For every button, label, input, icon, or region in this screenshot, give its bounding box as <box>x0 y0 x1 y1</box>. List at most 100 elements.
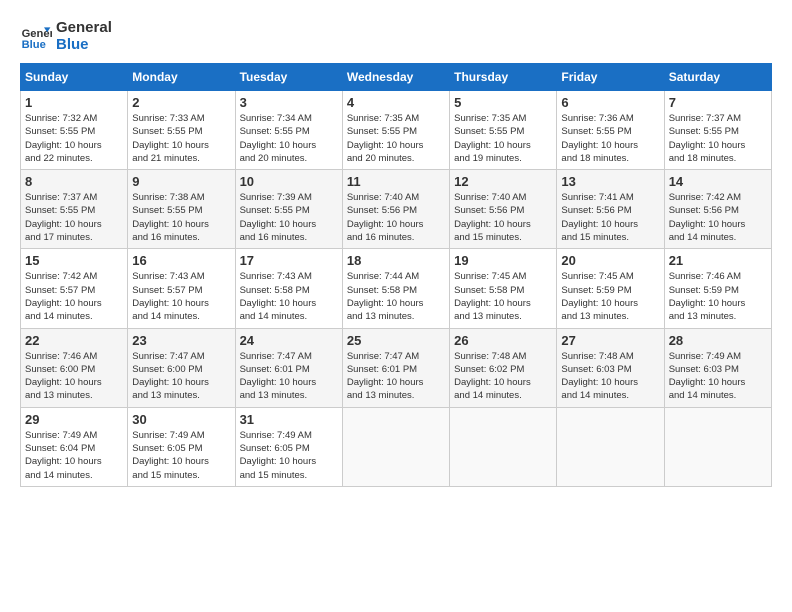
day-detail: Sunrise: 7:49 AM Sunset: 6:05 PM Dayligh… <box>132 429 230 482</box>
day-number: 20 <box>561 253 659 268</box>
day-detail: Sunrise: 7:49 AM Sunset: 6:03 PM Dayligh… <box>669 350 767 403</box>
calendar-week-row: 1 Sunrise: 7:32 AM Sunset: 5:55 PM Daylig… <box>21 91 772 170</box>
day-detail: Sunrise: 7:48 AM Sunset: 6:03 PM Dayligh… <box>561 350 659 403</box>
day-number: 17 <box>240 253 338 268</box>
day-number: 28 <box>669 333 767 348</box>
day-detail: Sunrise: 7:44 AM Sunset: 5:58 PM Dayligh… <box>347 270 445 323</box>
calendar-cell: 18 Sunrise: 7:44 AM Sunset: 5:58 PM Dayli… <box>342 249 449 328</box>
day-detail: Sunrise: 7:49 AM Sunset: 6:04 PM Dayligh… <box>25 429 123 482</box>
day-detail: Sunrise: 7:40 AM Sunset: 5:56 PM Dayligh… <box>347 191 445 244</box>
day-number: 12 <box>454 174 552 189</box>
day-detail: Sunrise: 7:43 AM Sunset: 5:58 PM Dayligh… <box>240 270 338 323</box>
weekday-header-cell: Sunday <box>21 64 128 91</box>
calendar-cell: 20 Sunrise: 7:45 AM Sunset: 5:59 PM Dayli… <box>557 249 664 328</box>
calendar-cell: 17 Sunrise: 7:43 AM Sunset: 5:58 PM Dayli… <box>235 249 342 328</box>
day-detail: Sunrise: 7:47 AM Sunset: 6:01 PM Dayligh… <box>240 350 338 403</box>
day-detail: Sunrise: 7:32 AM Sunset: 5:55 PM Dayligh… <box>25 112 123 165</box>
calendar-cell: 14Sunrise: 7:42 AM Sunset: 5:56 PM Dayli… <box>664 170 771 249</box>
day-number: 16 <box>132 253 230 268</box>
day-number: 4 <box>347 95 445 110</box>
day-number: 19 <box>454 253 552 268</box>
day-number: 10 <box>240 174 338 189</box>
weekday-header-cell: Saturday <box>664 64 771 91</box>
calendar-cell: 4 Sunrise: 7:35 AM Sunset: 5:55 PM Daylig… <box>342 91 449 170</box>
calendar-table: SundayMondayTuesdayWednesdayThursdayFrid… <box>20 63 772 487</box>
day-detail: Sunrise: 7:46 AM Sunset: 5:59 PM Dayligh… <box>669 270 767 323</box>
calendar-cell: 25Sunrise: 7:47 AM Sunset: 6:01 PM Dayli… <box>342 328 449 407</box>
day-number: 23 <box>132 333 230 348</box>
calendar-cell <box>557 407 664 486</box>
calendar-cell: 10 Sunrise: 7:39 AM Sunset: 5:55 PM Dayli… <box>235 170 342 249</box>
day-number: 27 <box>561 333 659 348</box>
calendar-cell: 26 Sunrise: 7:48 AM Sunset: 6:02 PM Dayli… <box>450 328 557 407</box>
calendar-cell <box>664 407 771 486</box>
day-number: 24 <box>240 333 338 348</box>
calendar-cell: 19 Sunrise: 7:45 AM Sunset: 5:58 PM Dayli… <box>450 249 557 328</box>
day-detail: Sunrise: 7:40 AM Sunset: 5:56 PM Dayligh… <box>454 191 552 244</box>
day-number: 31 <box>240 412 338 427</box>
day-number: 21 <box>669 253 767 268</box>
calendar-cell: 9 Sunrise: 7:38 AM Sunset: 5:55 PM Daylig… <box>128 170 235 249</box>
calendar-cell: 7Sunrise: 7:37 AM Sunset: 5:55 PM Daylig… <box>664 91 771 170</box>
day-number: 11 <box>347 174 445 189</box>
day-detail: Sunrise: 7:35 AM Sunset: 5:55 PM Dayligh… <box>347 112 445 165</box>
day-number: 18 <box>347 253 445 268</box>
day-number: 29 <box>25 412 123 427</box>
day-number: 8 <box>25 174 123 189</box>
calendar-week-row: 29 Sunrise: 7:49 AM Sunset: 6:04 PM Dayli… <box>21 407 772 486</box>
day-number: 14 <box>669 174 767 189</box>
day-number: 5 <box>454 95 552 110</box>
calendar-cell: 6 Sunrise: 7:36 AM Sunset: 5:55 PM Daylig… <box>557 91 664 170</box>
day-number: 15 <box>25 253 123 268</box>
calendar-cell <box>342 407 449 486</box>
weekday-header-cell: Monday <box>128 64 235 91</box>
calendar-cell: 2Sunrise: 7:33 AM Sunset: 5:55 PM Daylig… <box>128 91 235 170</box>
calendar-cell: 28 Sunrise: 7:49 AM Sunset: 6:03 PM Dayli… <box>664 328 771 407</box>
calendar-cell: 12 Sunrise: 7:40 AM Sunset: 5:56 PM Dayli… <box>450 170 557 249</box>
day-detail: Sunrise: 7:39 AM Sunset: 5:55 PM Dayligh… <box>240 191 338 244</box>
logo: General Blue General Blue <box>20 20 112 53</box>
day-detail: Sunrise: 7:34 AM Sunset: 5:55 PM Dayligh… <box>240 112 338 165</box>
logo-line2: Blue <box>56 37 112 54</box>
calendar-cell: 16 Sunrise: 7:43 AM Sunset: 5:57 PM Dayli… <box>128 249 235 328</box>
day-detail: Sunrise: 7:38 AM Sunset: 5:55 PM Dayligh… <box>132 191 230 244</box>
calendar-cell: 1 Sunrise: 7:32 AM Sunset: 5:55 PM Daylig… <box>21 91 128 170</box>
day-detail: Sunrise: 7:37 AM Sunset: 5:55 PM Dayligh… <box>25 191 123 244</box>
calendar-cell: 13 Sunrise: 7:41 AM Sunset: 5:56 PM Dayli… <box>557 170 664 249</box>
calendar-week-row: 22Sunrise: 7:46 AM Sunset: 6:00 PM Dayli… <box>21 328 772 407</box>
day-detail: Sunrise: 7:46 AM Sunset: 6:00 PM Dayligh… <box>25 350 123 403</box>
calendar-cell: 24 Sunrise: 7:47 AM Sunset: 6:01 PM Dayli… <box>235 328 342 407</box>
weekday-header-row: SundayMondayTuesdayWednesdayThursdayFrid… <box>21 64 772 91</box>
day-detail: Sunrise: 7:36 AM Sunset: 5:55 PM Dayligh… <box>561 112 659 165</box>
day-detail: Sunrise: 7:43 AM Sunset: 5:57 PM Dayligh… <box>132 270 230 323</box>
day-detail: Sunrise: 7:45 AM Sunset: 5:58 PM Dayligh… <box>454 270 552 323</box>
day-number: 9 <box>132 174 230 189</box>
calendar-cell: 29 Sunrise: 7:49 AM Sunset: 6:04 PM Dayli… <box>21 407 128 486</box>
day-number: 6 <box>561 95 659 110</box>
day-detail: Sunrise: 7:41 AM Sunset: 5:56 PM Dayligh… <box>561 191 659 244</box>
calendar-cell: 31Sunrise: 7:49 AM Sunset: 6:05 PM Dayli… <box>235 407 342 486</box>
day-detail: Sunrise: 7:35 AM Sunset: 5:55 PM Dayligh… <box>454 112 552 165</box>
weekday-header-cell: Friday <box>557 64 664 91</box>
day-number: 26 <box>454 333 552 348</box>
calendar-cell: 5 Sunrise: 7:35 AM Sunset: 5:55 PM Daylig… <box>450 91 557 170</box>
day-number: 1 <box>25 95 123 110</box>
day-number: 13 <box>561 174 659 189</box>
day-detail: Sunrise: 7:45 AM Sunset: 5:59 PM Dayligh… <box>561 270 659 323</box>
day-detail: Sunrise: 7:47 AM Sunset: 6:00 PM Dayligh… <box>132 350 230 403</box>
calendar-cell: 8 Sunrise: 7:37 AM Sunset: 5:55 PM Daylig… <box>21 170 128 249</box>
calendar-week-row: 8 Sunrise: 7:37 AM Sunset: 5:55 PM Daylig… <box>21 170 772 249</box>
day-detail: Sunrise: 7:42 AM Sunset: 5:57 PM Dayligh… <box>25 270 123 323</box>
day-number: 25 <box>347 333 445 348</box>
calendar-cell: 3Sunrise: 7:34 AM Sunset: 5:55 PM Daylig… <box>235 91 342 170</box>
calendar-cell <box>450 407 557 486</box>
calendar-week-row: 15 Sunrise: 7:42 AM Sunset: 5:57 PM Dayli… <box>21 249 772 328</box>
day-detail: Sunrise: 7:48 AM Sunset: 6:02 PM Dayligh… <box>454 350 552 403</box>
calendar-cell: 11 Sunrise: 7:40 AM Sunset: 5:56 PM Dayli… <box>342 170 449 249</box>
logo-icon: General Blue <box>20 21 52 53</box>
weekday-header-cell: Tuesday <box>235 64 342 91</box>
day-number: 2 <box>132 95 230 110</box>
day-number: 7 <box>669 95 767 110</box>
calendar-cell: 30Sunrise: 7:49 AM Sunset: 6:05 PM Dayli… <box>128 407 235 486</box>
calendar-cell: 27 Sunrise: 7:48 AM Sunset: 6:03 PM Dayli… <box>557 328 664 407</box>
